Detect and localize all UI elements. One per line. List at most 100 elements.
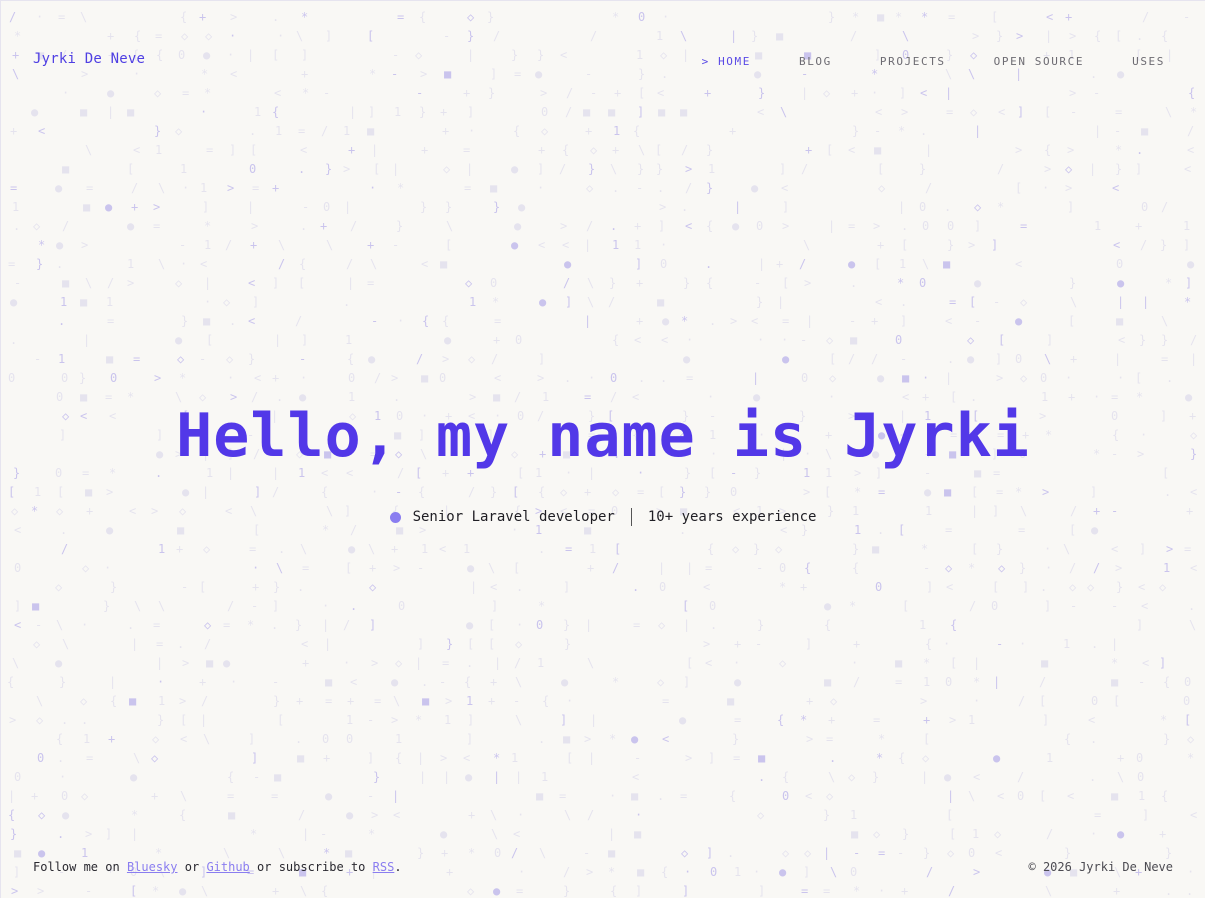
svg-text:●: ● (10, 295, 18, 309)
svg-text:]: ] (706, 846, 713, 860)
svg-text:[: [ (655, 143, 662, 157)
svg-text:●: ● (55, 656, 63, 670)
svg-text:>: > (445, 694, 452, 708)
svg-text:]: ] (272, 599, 279, 613)
svg-text:■: ■ (228, 808, 236, 822)
svg-text:>: > (371, 808, 378, 822)
svg-text:\: \ (1161, 314, 1168, 328)
svg-text:\: \ (223, 846, 230, 860)
svg-text:*: * (1111, 656, 1118, 670)
rss-link[interactable]: RSS (373, 860, 395, 874)
svg-text:|: | (156, 656, 163, 670)
site-logo-link[interactable]: Jyrki De Neve (33, 51, 145, 67)
svg-text:<: < (705, 656, 712, 670)
svg-text:·: · (757, 333, 764, 347)
svg-text:<: < (300, 143, 307, 157)
svg-text:●: ● (848, 257, 856, 271)
svg-text:=: = (801, 884, 808, 898)
svg-text:■: ■ (851, 827, 859, 841)
svg-text:-: - (849, 314, 856, 328)
svg-text:\: \ (587, 295, 594, 309)
svg-text:[: [ (1135, 371, 1142, 385)
bluesky-link[interactable]: Bluesky (127, 860, 178, 874)
svg-text:■: ■ (1116, 314, 1124, 328)
svg-text:<: < (995, 846, 1002, 860)
nav-uses[interactable]: USES (1132, 55, 1165, 68)
svg-text:1: 1 (58, 352, 65, 366)
svg-text:.: . (901, 219, 908, 233)
svg-text:-: - (993, 295, 1000, 309)
svg-text:0: 0 (991, 599, 998, 613)
svg-text:0: 0 (1015, 352, 1022, 366)
svg-text:1: 1 (158, 542, 165, 556)
svg-text:|: | (686, 561, 693, 575)
svg-text:+: + (252, 580, 259, 594)
svg-text:|: | (584, 238, 591, 252)
svg-text:}: } (273, 580, 280, 594)
svg-text:/: / (799, 257, 806, 271)
svg-text:1: 1 (1046, 751, 1053, 765)
svg-text:●: ● (514, 219, 522, 233)
svg-text:\: \ (587, 656, 594, 670)
svg-text:1: 1 (708, 162, 715, 176)
svg-text:\: \ (300, 542, 307, 556)
svg-text:+: + (1113, 884, 1120, 898)
svg-text:0: 0 (61, 371, 68, 385)
svg-text:+: + (1117, 751, 1124, 765)
svg-text:[: [ (1039, 789, 1046, 803)
svg-text:>: > (804, 276, 811, 290)
svg-text:<: < (248, 314, 255, 328)
svg-text:[: [ (250, 143, 257, 157)
svg-text:●: ● (732, 219, 740, 233)
svg-text:1: 1 (345, 333, 352, 347)
svg-text:+: + (488, 694, 495, 708)
svg-text:◇: ◇ (369, 580, 377, 594)
svg-text:◇: ◇ (878, 181, 886, 195)
svg-text:{: { (179, 808, 186, 822)
svg-text:0: 0 (14, 770, 21, 784)
svg-text:-: - (1114, 124, 1121, 138)
github-link[interactable]: Github (206, 860, 249, 874)
svg-text:+: + (10, 124, 17, 138)
svg-text:-: - (34, 352, 41, 366)
svg-text:1: 1 (343, 124, 350, 138)
nav-projects[interactable]: PROJECTS (880, 55, 946, 68)
svg-text:|: | (1190, 352, 1197, 366)
svg-text:0: 0 (1116, 257, 1123, 271)
svg-text:.: . (1166, 371, 1173, 385)
svg-text:◇: ◇ (590, 143, 598, 157)
svg-text:■: ■ (631, 789, 639, 803)
svg-text:\: \ (56, 618, 63, 632)
svg-text:■: ■ (32, 599, 40, 613)
svg-text:=: = (633, 618, 640, 632)
svg-text:\: \ (276, 561, 283, 575)
svg-text:-: - (1138, 675, 1145, 689)
svg-text:-: - (253, 770, 260, 784)
svg-text:◇: ◇ (757, 808, 765, 822)
follow-period: . (394, 860, 402, 874)
svg-text:*: * (415, 713, 422, 727)
svg-text:◇: ◇ (223, 295, 231, 309)
svg-text:◇: ◇ (782, 846, 790, 860)
svg-text:=: = (1161, 352, 1168, 366)
svg-text:/: / (801, 162, 808, 176)
svg-text:|: | (777, 295, 784, 309)
svg-text:|: | (1117, 295, 1124, 309)
svg-text:◇: ◇ (775, 542, 783, 556)
nav-home[interactable]: > HOME (702, 55, 751, 68)
svg-text:-: - (199, 352, 206, 366)
nav-open-source[interactable]: OPEN SOURCE (994, 55, 1084, 68)
svg-text:+: + (1135, 219, 1142, 233)
svg-text:<: < (703, 580, 710, 594)
svg-text:+: + (441, 846, 448, 860)
svg-text:■: ■ (206, 656, 214, 670)
svg-text:·: · (81, 618, 88, 632)
svg-text:■: ■ (422, 694, 430, 708)
svg-text:=: = (271, 789, 278, 803)
svg-text:·: · (516, 618, 523, 632)
svg-text:+: + (369, 561, 376, 575)
nav-blog[interactable]: BLOG (799, 55, 832, 68)
svg-text:·: · (300, 371, 307, 385)
svg-text:0: 0 (249, 162, 256, 176)
svg-text:|: | (658, 561, 665, 575)
